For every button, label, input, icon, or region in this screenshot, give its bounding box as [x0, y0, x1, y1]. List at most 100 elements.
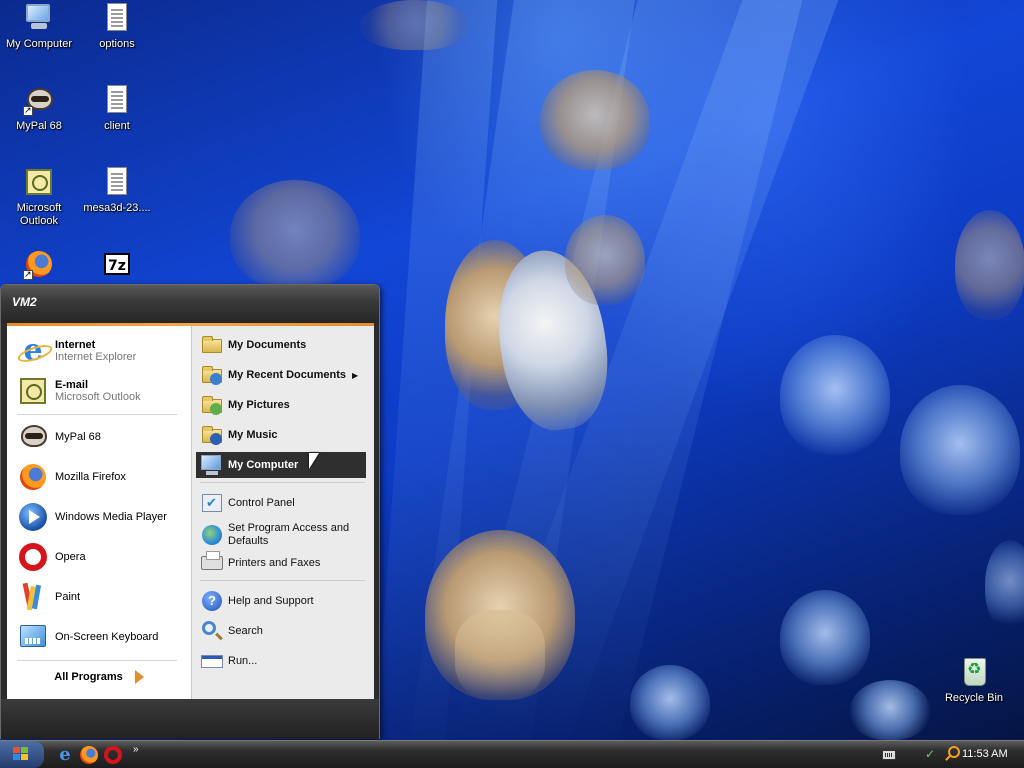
- mypal-icon: [23, 84, 55, 117]
- keyboard-icon: [17, 621, 49, 653]
- tool-label: Search: [228, 625, 263, 637]
- place-my-computer[interactable]: My Computer: [196, 452, 366, 478]
- recent-program-mypal[interactable]: MyPal 68: [11, 418, 187, 456]
- outlook-icon: [17, 375, 49, 407]
- tool-run[interactable]: Run...: [196, 648, 368, 674]
- place-label: My Music: [228, 429, 278, 441]
- desktop-icon-recycle-bin[interactable]: Recycle Bin: [935, 656, 1013, 705]
- search-icon: [200, 619, 224, 643]
- quick-launch-internet-explorer-icon[interactable]: e: [56, 746, 74, 764]
- network-icon[interactable]: ✓: [925, 747, 939, 761]
- place-label: My Recent Documents: [228, 369, 346, 381]
- desktop-icon-label: My Computer: [5, 38, 73, 50]
- recent-program-firefox[interactable]: Mozilla Firefox: [11, 458, 187, 496]
- desktop-icon-mesa3d[interactable]: mesa3d-23....: [78, 166, 156, 215]
- windows-logo-icon: [13, 747, 29, 761]
- recycle-bin-icon: [958, 656, 990, 688]
- desktop-icon-label: MyPal 68: [16, 120, 62, 132]
- archive-file-icon: [101, 166, 133, 198]
- pinned-title: E-mail: [55, 379, 89, 391]
- tool-label: Help and Support: [228, 595, 314, 607]
- place-my-pictures[interactable]: My Pictures: [196, 392, 368, 418]
- system-label: Set Program Access and Defaults: [228, 522, 350, 547]
- start-menu-footer: [1, 699, 379, 739]
- system-label: Printers and Faxes: [228, 557, 321, 569]
- music-folder-icon: [200, 423, 224, 447]
- recent-program-media-player[interactable]: Windows Media Player: [11, 498, 187, 536]
- recent-program-opera[interactable]: Opera: [11, 538, 187, 576]
- firefox-icon: [23, 248, 55, 281]
- pictures-folder-icon: [200, 393, 224, 417]
- system-printers-and-faxes[interactable]: Printers and Faxes: [196, 550, 368, 576]
- desktop-icon-label: Recycle Bin: [944, 692, 1004, 704]
- pinned-subtitle: Microsoft Outlook: [55, 391, 141, 403]
- place-label: My Computer: [228, 459, 299, 471]
- start-menu-places-pane: My Documents My Recent Documents ▶ My Pi…: [191, 326, 374, 699]
- desktop-icon-my-computer[interactable]: My Computer: [0, 2, 78, 51]
- my-computer-icon: [23, 2, 55, 34]
- system-control-panel[interactable]: Control Panel: [196, 490, 368, 516]
- desktop-icon-options[interactable]: options: [78, 2, 156, 51]
- system-set-program-access[interactable]: Set Program Access and Defaults: [196, 518, 368, 552]
- pinned-title: Internet: [55, 339, 96, 351]
- desktop-icon-label: client: [104, 120, 130, 132]
- paint-icon: [17, 581, 49, 613]
- place-label: My Pictures: [228, 399, 290, 411]
- arrow-right-icon: [134, 670, 144, 684]
- start-menu-programs-pane: e Internet Internet Explorer E-mail Micros…: [7, 326, 191, 699]
- system-label: Control Panel: [228, 497, 295, 509]
- desktop-icon-7zip[interactable]: 7z: [78, 248, 156, 284]
- mypal-icon: [17, 421, 49, 453]
- desktop-icon-label: Microsoft Outlook: [16, 202, 62, 227]
- 7zip-icon: 7z: [101, 248, 133, 280]
- quick-launch-overflow-button[interactable]: »: [133, 744, 139, 755]
- tool-search[interactable]: Search: [196, 618, 368, 644]
- quick-launch-firefox-icon[interactable]: [80, 746, 98, 764]
- taskbar: e » ✓ 11:53 AM: [0, 740, 1024, 768]
- program-label: Windows Media Player: [55, 511, 167, 523]
- pinned-subtitle: Internet Explorer: [55, 351, 137, 363]
- firefox-icon: [17, 461, 49, 493]
- place-my-music[interactable]: My Music: [196, 422, 368, 448]
- separator: [200, 580, 365, 581]
- all-programs-button[interactable]: All Programs: [7, 661, 191, 693]
- quick-launch-opera-icon[interactable]: [104, 746, 122, 764]
- desktop-icon-client[interactable]: client: [78, 84, 156, 133]
- folder-icon: [200, 333, 224, 357]
- start-menu: VM2 e Internet Internet Explorer E-mail Mi…: [0, 284, 380, 739]
- desktop-icon-outlook[interactable]: Microsoft Outlook: [0, 166, 78, 228]
- place-my-recent-documents[interactable]: My Recent Documents ▶: [196, 362, 368, 388]
- desktop-icon-label: mesa3d-23....: [83, 202, 151, 214]
- run-icon: [200, 649, 224, 673]
- all-programs-label: All Programs: [54, 671, 123, 683]
- recent-program-paint[interactable]: Paint: [11, 578, 187, 616]
- tool-help-and-support[interactable]: ? Help and Support: [196, 588, 368, 614]
- place-my-documents[interactable]: My Documents: [196, 332, 368, 358]
- program-label: Opera: [55, 551, 86, 563]
- my-computer-icon: [200, 453, 224, 477]
- recent-program-on-screen-keyboard[interactable]: On-Screen Keyboard: [11, 618, 187, 656]
- pinned-email[interactable]: E-mail Microsoft Outlook: [11, 372, 187, 410]
- pinned-internet[interactable]: e Internet Internet Explorer: [11, 332, 187, 370]
- tool-label: Run...: [228, 655, 258, 667]
- outlook-icon: [23, 166, 55, 198]
- desktop-icon-label: options: [99, 38, 135, 50]
- media-player-icon: [17, 501, 49, 533]
- desktop-icon-firefox[interactable]: [0, 248, 78, 284]
- recent-documents-icon: [200, 363, 224, 387]
- printer-icon: [200, 551, 224, 575]
- separator: [17, 414, 177, 415]
- taskbar-clock[interactable]: 11:53 AM: [962, 748, 1008, 760]
- start-button[interactable]: [0, 741, 44, 768]
- opera-icon: [17, 541, 49, 573]
- program-label: MyPal 68: [55, 431, 101, 443]
- keyboard-layout-icon[interactable]: [882, 750, 896, 760]
- program-label: Mozilla Firefox: [55, 471, 126, 483]
- submenu-arrow-icon: ▶: [351, 370, 359, 380]
- place-label: My Documents: [228, 339, 307, 351]
- internet-explorer-icon: e: [17, 335, 49, 367]
- program-label: Paint: [55, 591, 81, 603]
- separator: [200, 482, 365, 483]
- desktop-icon-mypal[interactable]: MyPal 68: [0, 84, 78, 133]
- search-tray-icon[interactable]: [944, 746, 960, 760]
